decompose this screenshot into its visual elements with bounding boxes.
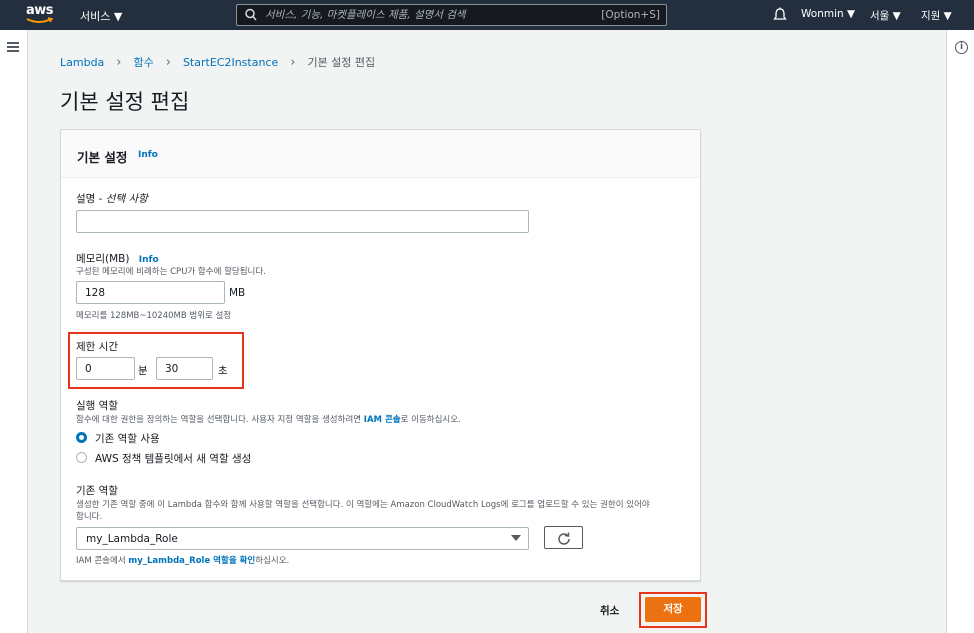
description-label: 설명 - 선택 사항 <box>76 191 148 206</box>
breadcrumb-separator-icon: › <box>116 54 122 70</box>
memory-unit: MB <box>229 287 246 299</box>
memory-label-text: 메모리(MB) <box>76 253 130 265</box>
execution-role-label: 실행 역할 <box>76 400 118 412</box>
page-title: 기본 설정 편집 <box>60 90 190 114</box>
radio-use-existing-role-label[interactable]: 기존 역할 사용 <box>95 431 160 446</box>
timeout-highlight-box <box>68 332 244 389</box>
right-rail: i <box>946 30 974 633</box>
radio-use-existing-role[interactable] <box>76 432 87 443</box>
memory-range-hint: 메모리를 128MB~10240MB 범위로 설정 <box>76 311 232 321</box>
breadcrumb-function-name[interactable]: StartEC2Instance <box>183 56 278 69</box>
refresh-roles-button[interactable] <box>544 526 583 549</box>
hamburger-icon[interactable] <box>7 42 19 52</box>
radio-create-new-role[interactable] <box>76 452 87 463</box>
existing-role-hint-line2: 합니다. <box>76 512 103 522</box>
top-navigation: aws 서비스 ▼ [Option+S] Wonmin ▼ 서울 ▼ 지원 ▼ <box>0 0 974 30</box>
view-role-link[interactable]: my_Lambda_Role 역할을 확인 <box>128 556 255 566</box>
memory-info-link[interactable]: Info <box>139 255 159 265</box>
existing-role-selected-value: my_Lambda_Role <box>86 533 178 545</box>
region-menu[interactable]: 서울 ▼ <box>870 8 901 23</box>
panel-header: 기본 설정 Info <box>61 130 700 178</box>
save-button[interactable]: 저장 <box>645 597 701 622</box>
memory-label: 메모리(MB) Info <box>76 251 159 266</box>
aws-smile-icon <box>26 17 54 23</box>
breadcrumb: Lambda › 함수 › StartEC2Instance › 기본 설정 편… <box>60 54 375 70</box>
existing-role-hint-line1: 생성한 기존 역할 중에 이 Lambda 함수와 함께 사용할 역할을 선택합… <box>76 500 650 510</box>
panel-info-link[interactable]: Info <box>138 150 158 160</box>
search-shortcut: [Option+S] <box>601 9 660 21</box>
execution-role-hint-prefix: 함수에 대한 권한을 정의하는 역할을 선택합니다. 사용자 지정 역할을 생성… <box>76 415 364 425</box>
breadcrumb-lambda[interactable]: Lambda <box>60 56 104 69</box>
description-input[interactable] <box>76 210 529 233</box>
breadcrumb-functions[interactable]: 함수 <box>134 54 154 70</box>
memory-hint: 구성된 메모리에 비례하는 CPU가 함수에 할당됩니다. <box>76 267 266 277</box>
bell-icon[interactable] <box>773 7 787 22</box>
execution-role-hint: 함수에 대한 권한을 정의하는 역할을 선택합니다. 사용자 지정 역할을 생성… <box>76 413 461 425</box>
aws-logo-text: aws <box>26 3 54 18</box>
chevron-down-icon <box>511 535 521 541</box>
search-icon <box>245 8 257 21</box>
existing-role-select[interactable]: my_Lambda_Role <box>76 527 529 550</box>
search-input[interactable] <box>265 7 585 23</box>
description-optional: 선택 사항 <box>105 193 148 205</box>
radio-create-new-role-label[interactable]: AWS 정책 템플릿에서 새 역할 생성 <box>95 451 251 466</box>
existing-role-label: 기존 역할 <box>76 485 118 497</box>
breadcrumb-separator-icon: › <box>290 54 296 70</box>
info-icon[interactable]: i <box>955 41 968 54</box>
refresh-icon <box>558 532 570 545</box>
aws-logo[interactable]: aws <box>26 4 54 26</box>
memory-input[interactable] <box>76 281 225 304</box>
services-menu[interactable]: 서비스 ▼ <box>80 8 122 24</box>
execution-role-hint-suffix: 로 이동하십시오. <box>400 415 461 425</box>
left-rail <box>0 30 28 633</box>
panel-title: 기본 설정 <box>77 150 128 165</box>
existing-role-footer: IAM 콘솔에서 my_Lambda_Role 역할을 확인하십시오. <box>76 554 289 566</box>
support-menu[interactable]: 지원 ▼ <box>921 8 952 23</box>
iam-console-link[interactable]: IAM 콘솔 <box>364 415 401 425</box>
search-bar[interactable]: [Option+S] <box>236 4 667 26</box>
existing-role-footer-suffix: 하십시오. <box>255 556 290 566</box>
cancel-button[interactable]: 취소 <box>600 603 619 618</box>
user-menu[interactable]: Wonmin ▼ <box>801 8 855 20</box>
description-label-text: 설명 - <box>76 193 106 205</box>
existing-role-footer-prefix: IAM 콘솔에서 <box>76 556 129 566</box>
breadcrumb-separator-icon: › <box>165 54 171 70</box>
breadcrumb-current: 기본 설정 편집 <box>307 56 376 69</box>
